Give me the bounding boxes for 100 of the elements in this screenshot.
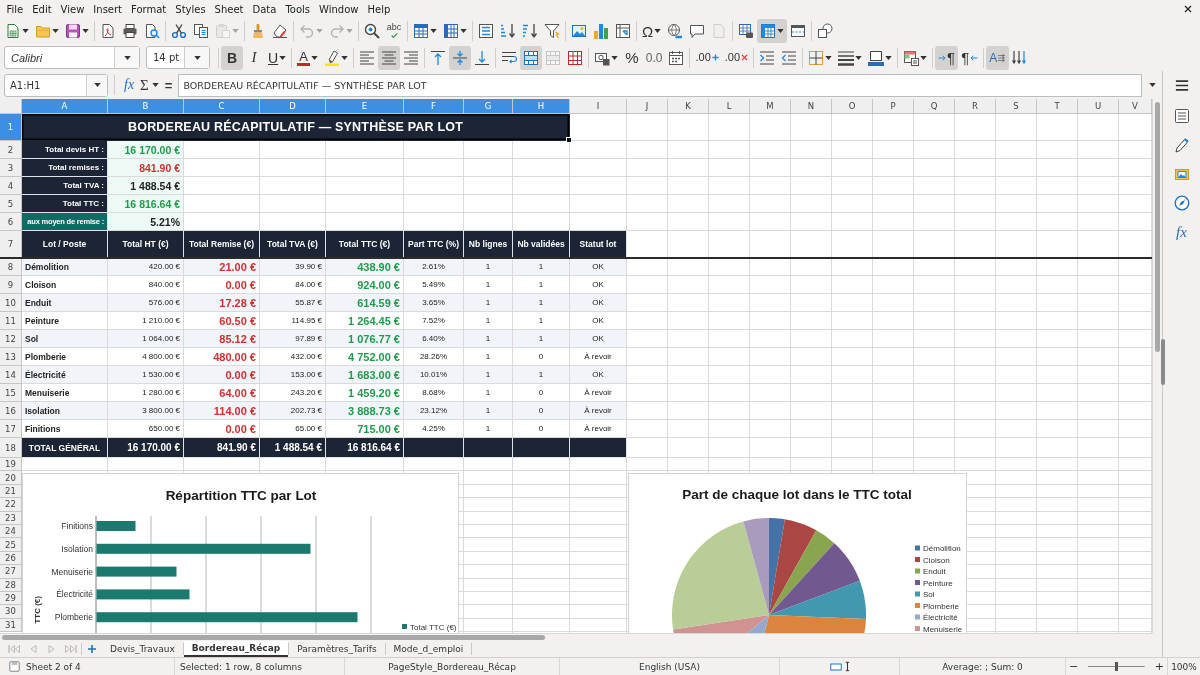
sheet-tab[interactable]: Paramètres_Tarifs	[289, 642, 385, 656]
scrollbar-thumb[interactable]	[2, 635, 545, 640]
sheet-tab[interactable]: Devis_Travaux	[102, 642, 183, 656]
menu-item[interactable]: Tools	[280, 1, 315, 17]
row-header[interactable]: 14	[0, 366, 22, 384]
row-header[interactable]: 6	[0, 213, 22, 231]
sidebar-grip[interactable]	[1161, 339, 1165, 385]
column-header[interactable]: K	[668, 99, 709, 114]
column-header[interactable]: S	[996, 99, 1037, 114]
row-header[interactable]: 22	[0, 498, 22, 512]
page-style[interactable]: PageStyle_Bordereau_Récap	[388, 661, 516, 672]
copy-icon	[193, 23, 209, 39]
menu-item[interactable]: View	[56, 1, 89, 17]
menu-item[interactable]: Format	[126, 1, 171, 17]
row-header[interactable]: 18	[0, 438, 22, 458]
column-header[interactable]: L	[709, 99, 750, 114]
arrow-lines-icon	[998, 51, 1007, 64]
row-header[interactable]: 16	[0, 402, 22, 420]
dropdown-button[interactable]	[184, 47, 209, 68]
percent-button[interactable]: %	[620, 45, 643, 70]
row-header[interactable]: 7	[0, 231, 22, 258]
close-icon[interactable]	[1184, 5, 1192, 13]
cross-icon	[741, 54, 749, 61]
row-header[interactable]: 19	[0, 458, 22, 472]
vertical-scrollbar[interactable]	[1152, 99, 1162, 633]
special-character-button[interactable]: Ω	[639, 19, 665, 43]
merge-center-button[interactable]	[519, 45, 542, 70]
row-header[interactable]: 5	[0, 195, 22, 213]
column-header[interactable]: N	[791, 99, 832, 114]
row-header[interactable]: 20	[0, 471, 22, 485]
column-header[interactable]: T	[1037, 99, 1078, 114]
zoom-out-button[interactable]: −	[1066, 661, 1082, 672]
column-heading: Nb validées	[513, 231, 570, 258]
zoom-in-button[interactable]: +	[1151, 661, 1167, 672]
column-header[interactable]: U	[1078, 99, 1119, 114]
text-ltr-button[interactable]: A	[986, 45, 1010, 70]
column-header[interactable]: J	[627, 99, 668, 114]
row-header[interactable]: 27	[0, 565, 22, 579]
menu-item[interactable]: File	[2, 1, 28, 17]
add-decimal-button[interactable]: .00	[692, 45, 722, 70]
dropdown-button[interactable]	[114, 47, 139, 68]
font-size-field[interactable]: 14 pt	[146, 46, 210, 69]
row-header[interactable]: 15	[0, 384, 22, 402]
row-header[interactable]: 17	[0, 420, 22, 438]
pdf-icon	[100, 23, 116, 39]
functions-deck-button[interactable]: fx	[1170, 221, 1193, 243]
sheet-tab[interactable]: Bordereau_Récap	[183, 641, 289, 657]
column-header[interactable]: M	[750, 99, 791, 114]
row-header[interactable]: 4	[0, 177, 22, 195]
document-icon	[5, 23, 21, 39]
font-color-button[interactable]: A	[294, 45, 321, 70]
function-wizard-button[interactable]: fx	[121, 74, 138, 96]
language[interactable]: English (USA)	[639, 661, 700, 672]
decimal-button[interactable]: 0.0	[642, 45, 666, 70]
underline-button[interactable]: U	[265, 45, 290, 70]
menu-item[interactable]: Styles	[170, 1, 211, 17]
borders-icon	[808, 49, 825, 66]
row-header[interactable]: 11	[0, 312, 22, 330]
ltr-button[interactable]: ¶	[935, 45, 959, 70]
row-header[interactable]: 12	[0, 330, 22, 348]
font-name-field[interactable]: Calibri	[4, 46, 140, 69]
add-sheet-button[interactable]	[85, 642, 99, 656]
column-header[interactable]: Q	[914, 99, 955, 114]
rtl-button[interactable]: ¶	[958, 45, 982, 70]
align-center-icon	[380, 49, 397, 66]
formula-button[interactable]: =	[161, 74, 176, 96]
row-header[interactable]: 13	[0, 348, 22, 366]
sum-button[interactable]: Σ	[137, 74, 162, 96]
formula-input-field[interactable]: BORDEREAU RÉCAPITULATIF — SYNTHÈSE PAR LOT	[178, 73, 1142, 97]
row-header[interactable]: 30	[0, 605, 22, 619]
column-header[interactable]: V	[1119, 99, 1152, 114]
scrollbar-thumb[interactable]	[1155, 102, 1160, 352]
text-cursor-icon[interactable]	[844, 661, 850, 672]
bold-button[interactable]: B	[221, 45, 243, 70]
menu-item[interactable]: Sheet	[210, 1, 249, 17]
sheet-tab[interactable]: Mode_d_emploi	[385, 642, 472, 656]
spelling-button[interactable]: abc	[383, 19, 405, 43]
column-header[interactable]: R	[955, 99, 996, 114]
menu-item[interactable]: Insert	[88, 1, 127, 17]
menu-item[interactable]: Window	[314, 1, 363, 17]
italic-button[interactable]: I	[243, 45, 265, 70]
row-header[interactable]: 3	[0, 159, 22, 177]
dropdown-button[interactable]	[86, 74, 107, 96]
slider-thumb[interactable]	[1115, 662, 1118, 671]
column-header[interactable]: O	[832, 99, 873, 114]
row-header[interactable]: 25	[0, 538, 22, 552]
menu-item[interactable]: Edit	[27, 1, 57, 17]
row-header[interactable]: 10	[0, 294, 22, 312]
merged-table-icon	[522, 49, 539, 66]
column-header[interactable]: P	[873, 99, 914, 114]
row-header[interactable]: 9	[0, 276, 22, 294]
menu-item[interactable]: Help	[363, 1, 395, 17]
freeze-button[interactable]	[757, 19, 788, 43]
fill-handle[interactable]	[566, 137, 572, 143]
name-box-field[interactable]: A1:H1	[4, 73, 108, 97]
zoom-percentage[interactable]: 100%	[1171, 661, 1197, 672]
row-header[interactable]: 2	[0, 141, 22, 159]
delete-decimal-button[interactable]: .00	[721, 45, 752, 70]
menu-item[interactable]: Data	[248, 1, 281, 17]
column-header[interactable]: I	[570, 99, 627, 114]
